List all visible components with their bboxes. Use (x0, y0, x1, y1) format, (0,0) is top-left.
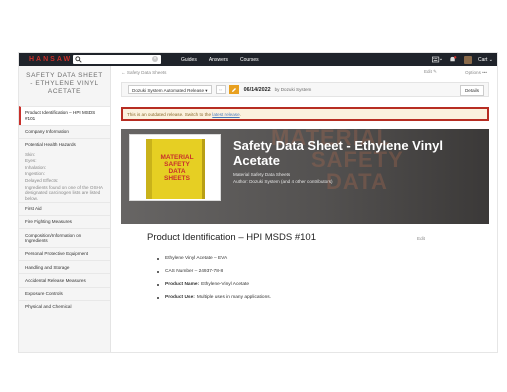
section-heading: Product Identification – HPI MSDS #101 (147, 232, 316, 243)
release-date: 06/14/2022 (243, 86, 271, 93)
guide-title: Safety Data Sheet - Ethylene Vinyl Aceta… (233, 138, 443, 168)
sidebar-item[interactable]: First Aid (19, 201, 110, 215)
breadcrumb: ← Safety Data Sheets Edit ✎ Options ••• (111, 66, 497, 78)
sidebar-item[interactable]: Fire Fighting Measures (19, 215, 110, 228)
options-label: Options (465, 69, 481, 75)
bullet-dot (157, 296, 159, 299)
list-item-label: Product Name: (165, 282, 200, 287)
options-menu-button[interactable]: Options ••• (465, 70, 487, 75)
edit-label: Edit (423, 69, 432, 74)
nav-answers[interactable]: Answers (209, 57, 228, 63)
release-author: by Dozuki System (274, 87, 312, 92)
latest-release-link[interactable]: latest release (212, 112, 239, 117)
pencil-icon: ✎ (433, 69, 437, 74)
list-item-text: Ethylene-Vinyl Acetate (201, 282, 250, 287)
sidebar-item[interactable]: Ingestion: (19, 171, 110, 178)
clear-search-icon[interactable]: × (152, 56, 158, 62)
release-select-value: Dozuki System Automated Release (132, 87, 205, 93)
cart-menu[interactable]: Cart ⌄ (478, 57, 493, 63)
nav-courses[interactable]: Courses (240, 57, 259, 63)
table-of-contents-sidebar: SAFETY DATA SHEET - ETHYLENE VINYL ACETA… (19, 66, 111, 352)
sidebar-item[interactable]: Personal Protective Equipment (19, 247, 110, 260)
edit-button[interactable]: Edit ✎ (424, 69, 437, 75)
sidebar-title: SAFETY DATA SHEET - ETHYLENE VINYL ACETA… (26, 72, 103, 95)
sidebar-item[interactable]: Product Identification – HPI MSDS #101 (19, 106, 110, 125)
app-window: HANSAW × Guides Answers Courses Cart ⌄ S… (18, 52, 498, 353)
list-item: Product Name: Ethylene-Vinyl Acetate (157, 278, 271, 291)
keyboard-icon[interactable] (431, 56, 442, 63)
sidebar-item[interactable]: Accidental Release Measures (19, 273, 110, 286)
bullet-dot (157, 283, 159, 286)
details-button[interactable]: Details (459, 85, 484, 96)
binder-line: DATA (168, 168, 185, 175)
bullet-dot (157, 270, 159, 273)
list-item-text: Multiple uses in many applications. (196, 295, 271, 300)
binder-line: SHEETS (164, 175, 191, 182)
list-item: Ethylene Vinyl Acetate – EVA (157, 252, 271, 265)
outdated-release-alert: This is an outdated release. Switch to t… (121, 107, 489, 121)
nav-guides[interactable]: Guides (181, 57, 197, 63)
list-item: Product Use: Multiple uses in many applic… (157, 291, 271, 304)
list-item-text: CAS Number – 24937-78-8 (165, 269, 224, 274)
sidebar-item[interactable]: Handling and Storage (19, 260, 110, 273)
bullet-list: Ethylene Vinyl Acetate – EVA CAS Number –… (157, 252, 271, 304)
sidebar-item[interactable]: Ingredients found on one of the OSHA des… (19, 184, 110, 202)
guide-author: Author: Dozuki System (and 4 other contr… (233, 179, 333, 184)
binder-line: MATERIAL (160, 154, 193, 161)
notification-bell-icon[interactable] (448, 56, 458, 63)
binder-line: SAFETY (164, 161, 190, 168)
sidebar-item[interactable]: Delayed Effects: (19, 178, 110, 185)
sidebar-item[interactable]: Potential Health Hazards (19, 137, 110, 151)
edit-release-button[interactable] (228, 85, 239, 94)
pencil-icon (231, 87, 236, 92)
sidebar-item[interactable]: Inhalation: (19, 164, 110, 171)
search-icon (75, 56, 82, 63)
release-select[interactable]: Dozuki System Automated Release ▾ (128, 85, 212, 94)
guide-hero-banner: MATERIAL SAFETY DATA MATERIAL SAFETY DAT… (121, 129, 489, 224)
release-toolbar: Dozuki System Automated Release ▾ ⇔ 06/1… (121, 82, 489, 97)
bullet-dot (157, 257, 159, 260)
compare-button[interactable]: ⇔ (215, 85, 226, 94)
sidebar-item[interactable]: Eyes: (19, 158, 110, 165)
cart-label: Cart (477, 56, 488, 63)
main-content: ← Safety Data Sheets Edit ✎ Options ••• … (111, 66, 497, 352)
guide-category-link[interactable]: Material Safety Data Sheets (233, 172, 290, 177)
list-item-text: Ethylene Vinyl Acetate – EVA (165, 256, 228, 261)
alert-period: . (239, 111, 241, 117)
topbar-right: Cart ⌄ (431, 54, 493, 65)
sidebar-item[interactable]: Skin: (19, 151, 110, 158)
user-avatar[interactable] (463, 55, 472, 64)
compare-icon: ⇔ (218, 86, 224, 93)
sidebar-list: Product Identification – HPI MSDS #101 Co… (19, 106, 110, 313)
more-icon: ••• (482, 69, 487, 75)
list-item-label: Product Use: (165, 295, 195, 300)
top-navigation-bar: HANSAW × Guides Answers Courses Cart ⌄ (19, 53, 497, 66)
guide-thumbnail[interactable]: MATERIAL SAFETY DATA SHEETS (129, 134, 221, 201)
sidebar-item[interactable]: Composition/Information on Ingredients (19, 228, 110, 247)
section-edit-link[interactable]: Edit (417, 236, 425, 241)
main-nav: Guides Answers Courses (181, 57, 259, 63)
sidebar-item[interactable]: Exposure Controls (19, 286, 110, 300)
hero-bg-word: DATA (326, 169, 388, 194)
sidebar-item[interactable]: Physical and Chemical (19, 299, 110, 313)
breadcrumb-link[interactable]: Safety Data Sheets (127, 70, 167, 75)
site-logo[interactable]: HANSAW (29, 56, 70, 63)
list-item: CAS Number – 24937-78-8 (157, 265, 271, 278)
binder-image: MATERIAL SAFETY DATA SHEETS (146, 139, 205, 199)
alert-text: This is an outdated release. Switch to t… (127, 111, 212, 117)
sidebar-item[interactable]: Company Information (19, 124, 110, 138)
search-bar[interactable]: × (73, 55, 161, 64)
